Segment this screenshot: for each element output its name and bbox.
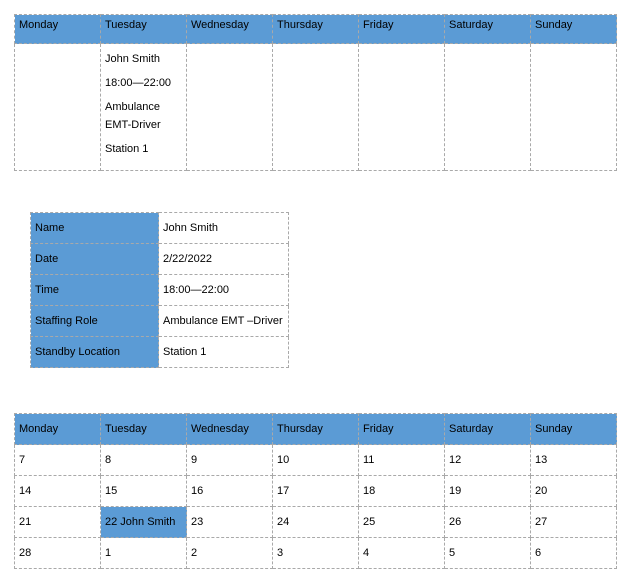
day-cell[interactable]: 12 — [444, 444, 531, 476]
day-cell[interactable]: 20 — [530, 475, 617, 507]
week-cell-monday[interactable] — [14, 43, 101, 171]
month-header-row: Monday Tuesday Wednesday Thursday Friday… — [14, 413, 617, 445]
detail-value: Ambulance EMT –Driver — [158, 305, 289, 337]
day-cell[interactable]: 6 — [530, 537, 617, 569]
day-cell[interactable]: 10 — [272, 444, 359, 476]
detail-label: Staffing Role — [30, 305, 159, 337]
month-header-monday: Monday — [14, 413, 101, 445]
detail-value: John Smith — [158, 212, 289, 244]
week-header-tuesday: Tuesday — [100, 14, 187, 44]
month-header-sunday: Sunday — [530, 413, 617, 445]
detail-row-name: Name John Smith — [30, 212, 289, 244]
detail-value: 18:00—22:00 — [158, 274, 289, 306]
day-cell[interactable]: 4 — [358, 537, 445, 569]
month-week-row: 7 8 9 10 11 12 13 — [14, 444, 617, 476]
detail-row-time: Time 18:00—22:00 — [30, 274, 289, 306]
day-cell[interactable]: 8 — [100, 444, 187, 476]
day-cell[interactable]: 7 — [14, 444, 101, 476]
week-cell-thursday[interactable] — [272, 43, 359, 171]
shift-entry[interactable]: John Smith 18:00—22:00 Ambulance EMT-Driv… — [105, 50, 182, 158]
shift-name: John Smith — [105, 53, 161, 65]
day-cell-with-shift[interactable]: 22 John Smith — [100, 506, 187, 538]
shift-role: Ambulance EMT-Driver — [105, 98, 182, 134]
week-cell-tuesday[interactable]: John Smith 18:00—22:00 Ambulance EMT-Driv… — [100, 43, 187, 171]
day-cell[interactable]: 1 — [100, 537, 187, 569]
week-header-sunday: Sunday — [530, 14, 617, 44]
day-cell[interactable]: 25 — [358, 506, 445, 538]
week-header-friday: Friday — [358, 14, 445, 44]
detail-row-role: Staffing Role Ambulance EMT –Driver — [30, 305, 289, 337]
day-cell[interactable]: 5 — [444, 537, 531, 569]
detail-row-location: Standby Location Station 1 — [30, 336, 289, 368]
detail-row-date: Date 2/22/2022 — [30, 243, 289, 275]
week-cell-saturday[interactable] — [444, 43, 531, 171]
day-cell[interactable]: 18 — [358, 475, 445, 507]
shift-location: Station 1 — [105, 143, 149, 155]
day-cell[interactable]: 13 — [530, 444, 617, 476]
day-cell[interactable]: 17 — [272, 475, 359, 507]
week-header-saturday: Saturday — [444, 14, 531, 44]
shift-time: 18:00—22:00 — [105, 77, 172, 89]
month-header-tuesday: Tuesday — [100, 413, 187, 445]
day-cell[interactable]: 28 — [14, 537, 101, 569]
week-header-wednesday: Wednesday — [186, 14, 273, 44]
week-header-row: Monday Tuesday Wednesday Thursday Friday… — [14, 14, 617, 44]
detail-value: 2/22/2022 — [158, 243, 289, 275]
day-cell[interactable]: 19 — [444, 475, 531, 507]
day-cell[interactable]: 3 — [272, 537, 359, 569]
day-cell[interactable]: 15 — [100, 475, 187, 507]
day-cell[interactable]: 2 — [186, 537, 273, 569]
week-header-monday: Monday — [14, 14, 101, 44]
week-cell-sunday[interactable] — [530, 43, 617, 171]
week-schedule-table: Monday Tuesday Wednesday Thursday Friday… — [14, 14, 617, 171]
month-header-thursday: Thursday — [272, 413, 359, 445]
week-header-thursday: Thursday — [272, 14, 359, 44]
month-calendar-table: Monday Tuesday Wednesday Thursday Friday… — [14, 413, 617, 569]
day-cell[interactable]: 27 — [530, 506, 617, 538]
week-body-row: John Smith 18:00—22:00 Ambulance EMT-Driv… — [14, 43, 617, 171]
month-header-saturday: Saturday — [444, 413, 531, 445]
day-cell[interactable]: 21 — [14, 506, 101, 538]
month-week-row: 28 1 2 3 4 5 6 — [14, 537, 617, 569]
shift-role-line1: Ambulance — [105, 101, 161, 113]
detail-label: Name — [30, 212, 159, 244]
day-cell[interactable]: 9 — [186, 444, 273, 476]
month-week-row: 21 22 John Smith 23 24 25 26 27 — [14, 506, 617, 538]
detail-label: Date — [30, 243, 159, 275]
day-cell[interactable]: 23 — [186, 506, 273, 538]
detail-label: Standby Location — [30, 336, 159, 368]
day-cell[interactable]: 16 — [186, 475, 273, 507]
day-cell[interactable]: 14 — [14, 475, 101, 507]
day-cell[interactable]: 26 — [444, 506, 531, 538]
shift-role-line2: EMT-Driver — [105, 119, 161, 131]
month-header-wednesday: Wednesday — [186, 413, 273, 445]
shift-detail-table: Name John Smith Date 2/22/2022 Time 18:0… — [30, 212, 289, 368]
week-cell-wednesday[interactable] — [186, 43, 273, 171]
week-cell-friday[interactable] — [358, 43, 445, 171]
detail-label: Time — [30, 274, 159, 306]
month-week-row: 14 15 16 17 18 19 20 — [14, 475, 617, 507]
day-cell[interactable]: 11 — [358, 444, 445, 476]
detail-value: Station 1 — [158, 336, 289, 368]
month-header-friday: Friday — [358, 413, 445, 445]
day-cell[interactable]: 24 — [272, 506, 359, 538]
